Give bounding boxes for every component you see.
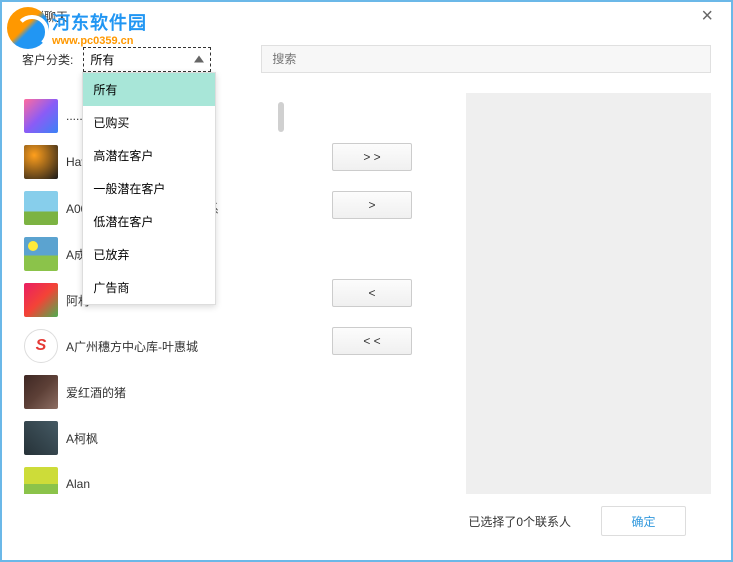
status-text: 已选择了0个联系人 bbox=[468, 513, 571, 530]
avatar bbox=[24, 421, 58, 455]
avatar bbox=[24, 191, 58, 225]
avatar: S bbox=[24, 329, 58, 363]
search-input[interactable] bbox=[261, 45, 711, 73]
watermark-url: www.pc0359.cn bbox=[52, 35, 147, 47]
watermark-logo-icon bbox=[7, 7, 49, 49]
scrollbar[interactable] bbox=[278, 102, 284, 132]
category-dropdown[interactable]: 所有 所有 已购买 高潜在客户 一般潜在客户 低潜在客户 已放弃 广告商 bbox=[83, 47, 211, 72]
remove-all-button[interactable]: < < bbox=[332, 327, 412, 355]
add-all-button[interactable]: > > bbox=[332, 143, 412, 171]
dropdown-option-purchased[interactable]: 已购买 bbox=[83, 106, 215, 139]
dropdown-option-abandoned[interactable]: 已放弃 bbox=[83, 238, 215, 271]
dropdown-option-low[interactable]: 低潜在客户 bbox=[83, 205, 215, 238]
dropdown-option-all[interactable]: 所有 bbox=[83, 73, 215, 106]
list-item[interactable]: Alan bbox=[22, 461, 267, 494]
dropdown-option-medium[interactable]: 一般潜在客户 bbox=[83, 172, 215, 205]
avatar bbox=[24, 99, 58, 133]
contact-name: A柯枫 bbox=[66, 430, 98, 447]
dropdown-selected[interactable]: 所有 bbox=[83, 47, 211, 72]
avatar bbox=[24, 467, 58, 494]
selected-panel bbox=[466, 93, 711, 494]
close-icon[interactable]: × bbox=[693, 4, 721, 28]
dropdown-menu: 所有 已购买 高潜在客户 一般潜在客户 低潜在客户 已放弃 广告商 bbox=[82, 72, 216, 305]
list-item[interactable]: 爱红酒的猪 bbox=[22, 369, 267, 415]
contact-name: 爱红酒的猪 bbox=[66, 384, 126, 401]
add-button[interactable]: > bbox=[332, 191, 412, 219]
dropdown-selected-text: 所有 bbox=[90, 53, 114, 67]
avatar bbox=[24, 283, 58, 317]
avatar bbox=[24, 145, 58, 179]
filter-label: 客户分类: bbox=[22, 51, 73, 68]
list-item[interactable]: A柯枫 bbox=[22, 415, 267, 461]
contact-name: Alan bbox=[66, 477, 90, 491]
avatar bbox=[24, 237, 58, 271]
list-item[interactable]: S A广州穗方中心库-叶惠城 bbox=[22, 323, 267, 369]
watermark: 河东软件园 www.pc0359.cn bbox=[7, 7, 147, 49]
dropdown-option-high[interactable]: 高潜在客户 bbox=[83, 139, 215, 172]
remove-button[interactable]: < bbox=[332, 279, 412, 307]
chevron-up-icon bbox=[194, 56, 204, 63]
dropdown-option-advertiser[interactable]: 广告商 bbox=[83, 271, 215, 304]
contact-name: A广州穗方中心库-叶惠城 bbox=[66, 338, 198, 355]
watermark-title: 河东软件园 bbox=[52, 9, 147, 35]
avatar bbox=[24, 375, 58, 409]
confirm-button[interactable]: 确定 bbox=[601, 506, 686, 536]
